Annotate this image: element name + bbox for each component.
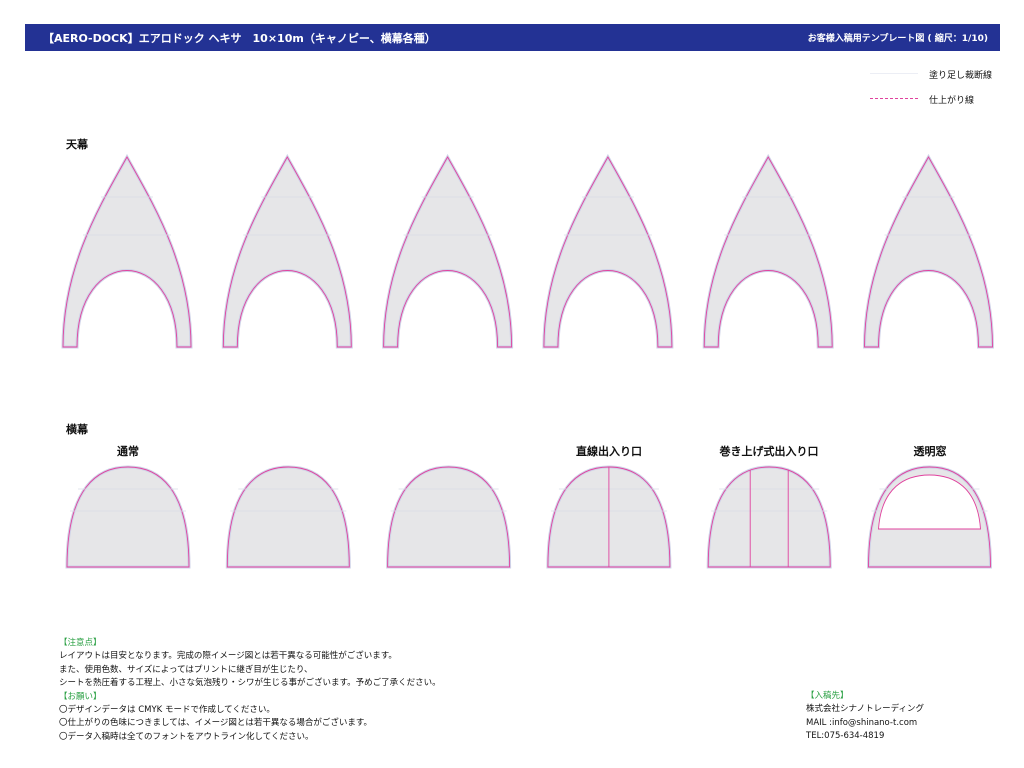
request-heading: 【お願い】 — [59, 691, 102, 702]
contact-block: 【入稿先】 株式会社シナノトレーディング MAIL :info@shinano-… — [806, 690, 924, 744]
side-panel — [65, 465, 191, 569]
canopy-panel — [702, 153, 834, 349]
canopy-panel — [382, 153, 514, 349]
canopy-panel — [61, 153, 193, 349]
caution-line: レイアウトは目安となります。完成の際イメージ図とは若干異なる可能性がございます。 — [59, 651, 397, 662]
side-panel — [386, 465, 512, 569]
contact-company: 株式会社シナノトレーディング — [806, 704, 924, 715]
request-line: 〇デザインデータは CMYK モードで作成してください。 — [59, 705, 275, 716]
request-line: 〇仕上がりの色味につきましては、イメージ図とは若干異なる場合がございます。 — [59, 718, 373, 729]
side-panel — [225, 465, 351, 569]
notes-block: 【注意点】 レイアウトは目安となります。完成の際イメージ図とは若干異なる可能性が… — [59, 637, 441, 744]
contact-heading: 【入稿先】 — [806, 691, 849, 701]
canopy-panel — [542, 153, 674, 349]
canopy-panel — [221, 153, 353, 349]
contact-mail: MAIL :info@shinano-t.com — [806, 717, 918, 728]
caution-line: シートを熱圧着する工程上、小さな気泡残り・シワが生じる事がございます。予めご了承… — [59, 678, 441, 689]
canopy-panel — [862, 153, 995, 349]
request-line: 〇データ入稿時は全てのフォントをアウトライン化してください。 — [59, 731, 314, 742]
caution-line: また、使用色数、サイズによってはプリントに継ぎ目が生じたり、 — [59, 664, 313, 675]
caution-heading: 【注意点】 — [59, 638, 102, 648]
side-panel — [706, 465, 832, 569]
contact-tel: TEL:075-634-4819 — [806, 731, 885, 742]
